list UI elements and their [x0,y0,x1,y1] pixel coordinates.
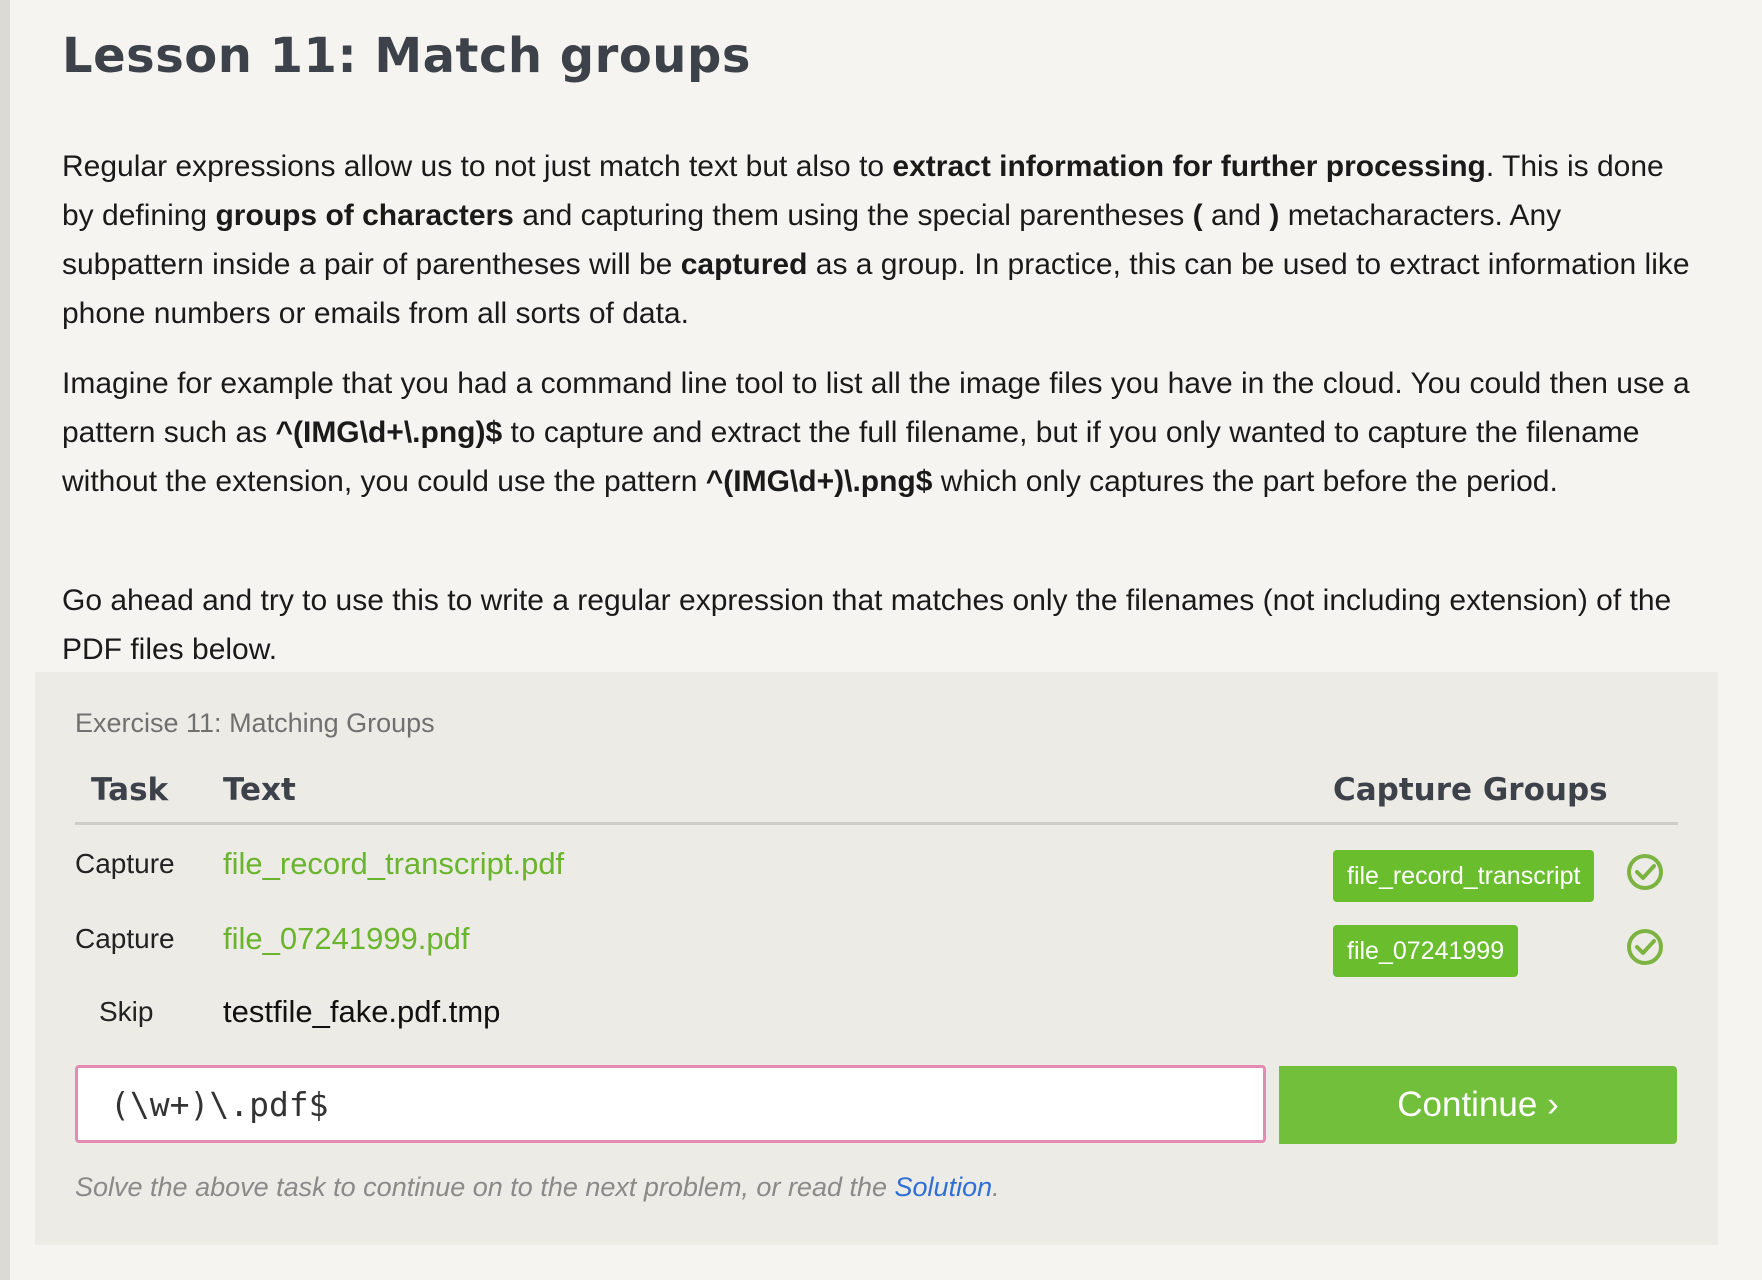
exercise-title: Exercise 11: Matching Groups [75,708,435,738]
check-circle-icon [1627,929,1663,965]
lesson-title: Lesson 11: Match groups [62,28,751,84]
hint-text: Solve the above task to continue on to t… [75,1172,1000,1203]
header-divider [75,822,1678,825]
row-text: file_07241999.pdf [223,921,470,956]
lesson-paragraph-1: Regular expressions allow us to not just… [62,150,1690,330]
capture-group-badge: file_record_transcript [1333,850,1595,902]
capture-group-badge: file_07241999 [1333,925,1519,977]
hint-suffix: . [992,1172,1000,1202]
exercise-panel: Exercise 11: Matching Groups Task Text C… [35,672,1718,1245]
lesson-paragraph-2: Imagine for example that you had a comma… [62,367,1690,498]
header-text: Text [223,772,296,808]
row-text: file_record_transcript.pdf [223,846,565,881]
continue-button[interactable]: Continue › [1279,1066,1677,1144]
task-label: Capture [75,923,175,954]
table-row: Capture file_record_transcript.pdf file_… [35,840,1718,902]
solution-link[interactable]: Solution [895,1172,993,1202]
header-capture-groups: Capture Groups [1333,772,1608,808]
hint-prefix: Solve the above task to continue on to t… [75,1172,895,1202]
lesson-paragraph-3: Go ahead and try to use this to write a … [62,584,1672,666]
left-border [0,0,10,1280]
task-label: Capture [75,848,175,879]
header-task: Task [91,772,169,808]
table-row: Skip testfile_fake.pdf.tmp [35,988,1718,1048]
task-label: Skip [99,996,154,1027]
regex-input[interactable] [75,1065,1266,1143]
row-text: testfile_fake.pdf.tmp [223,994,501,1029]
table-row: Capture file_07241999.pdf file_07241999 [35,915,1718,977]
check-circle-icon [1627,854,1663,890]
